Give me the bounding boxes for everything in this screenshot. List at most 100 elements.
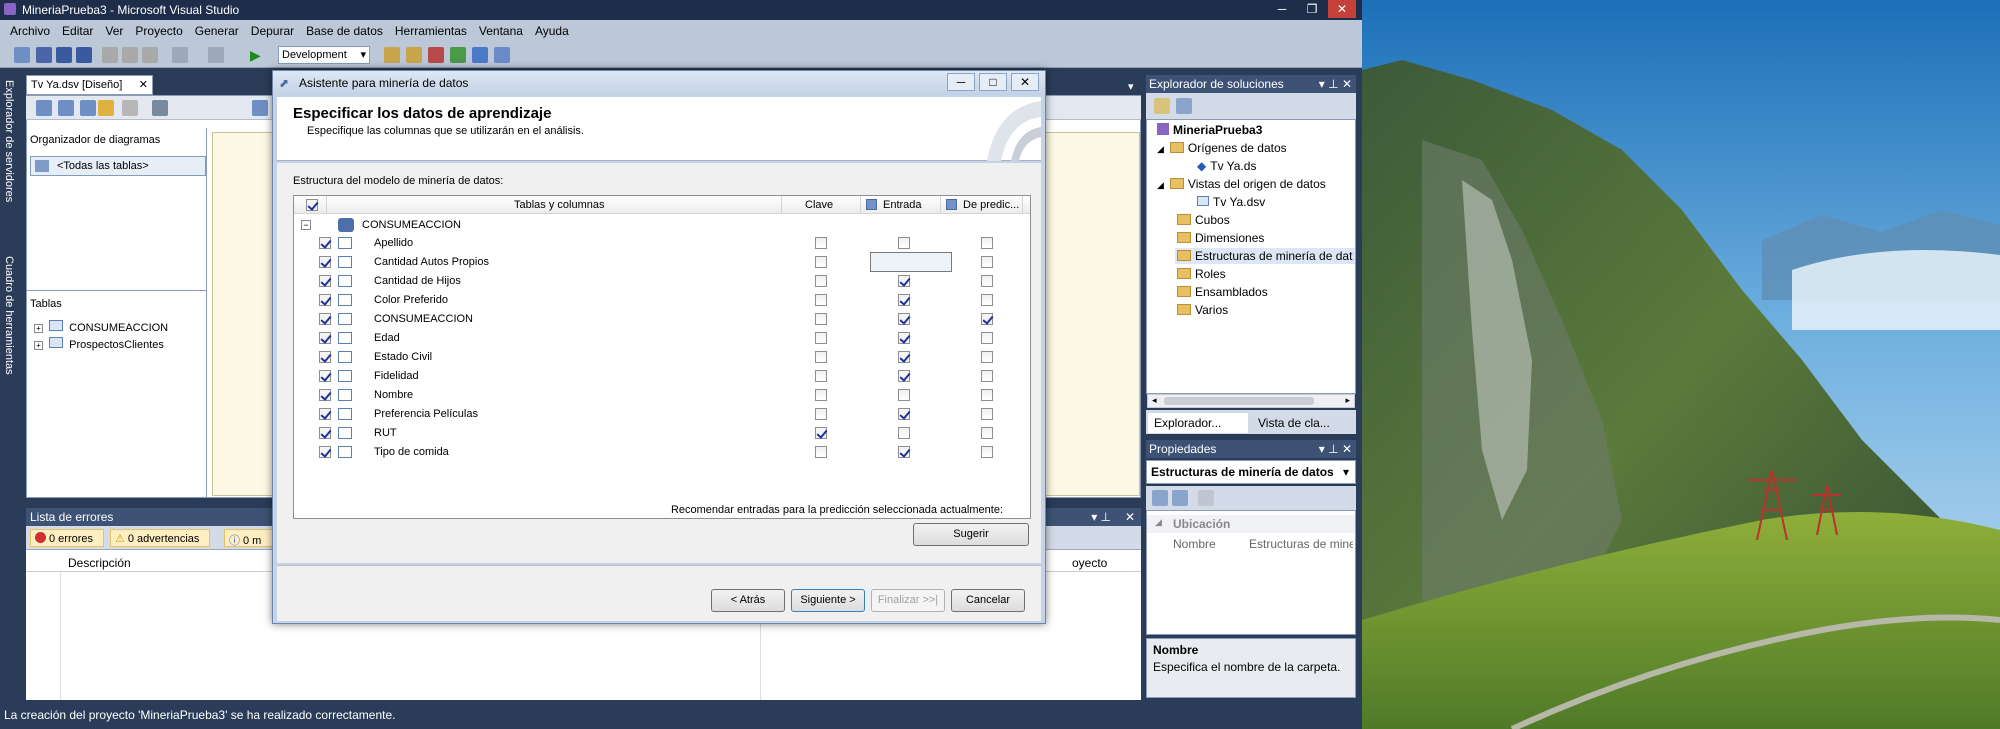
horizontal-scrollbar[interactable]: ◂ ▸	[1147, 394, 1355, 408]
save-icon[interactable]	[56, 47, 72, 63]
property-row[interactable]: Nombre Estructuras de mine	[1147, 535, 1355, 553]
finish-button[interactable]: Finalizar >>|	[871, 589, 945, 612]
scroll-thumb[interactable]	[1164, 397, 1314, 405]
input-checkbox[interactable]	[898, 275, 910, 287]
key-checkbox[interactable]	[815, 389, 827, 401]
scroll-right-icon[interactable]: ▸	[1345, 395, 1350, 406]
include-checkbox[interactable]	[319, 275, 331, 287]
zoom-icon[interactable]	[252, 100, 268, 116]
replace-table-icon[interactable]	[80, 100, 96, 116]
key-checkbox[interactable]	[815, 294, 827, 306]
tree-node-misc[interactable]: Varios	[1177, 303, 1228, 317]
toolbox-icon[interactable]	[472, 47, 488, 63]
mining-column-row[interactable]: Edad	[294, 329, 1030, 348]
redo-icon[interactable]	[208, 47, 224, 63]
input-checkbox[interactable]	[898, 446, 910, 458]
close-icon[interactable]: ▾ ⊥ ✕	[1319, 77, 1352, 91]
include-checkbox[interactable]	[319, 427, 331, 439]
open-file-icon[interactable]	[36, 47, 52, 63]
include-checkbox[interactable]	[319, 237, 331, 249]
key-checkbox[interactable]	[815, 446, 827, 458]
key-checkbox[interactable]	[815, 237, 827, 249]
document-dropdown-icon[interactable]: ▾	[1128, 80, 1134, 93]
tree-node-dsv-file[interactable]: Tv Ya.dsv	[1197, 195, 1265, 209]
expand-icon[interactable]: +	[34, 324, 43, 333]
include-checkbox[interactable]	[319, 408, 331, 420]
tree-node-cubes[interactable]: Cubos	[1177, 213, 1230, 227]
toolbox-tab[interactable]: Cuadro de herramientas	[3, 256, 15, 375]
tab-class-view[interactable]: Vista de cla...	[1252, 413, 1352, 433]
properties-icon[interactable]	[428, 47, 444, 63]
input-checkbox[interactable]	[898, 370, 910, 382]
predict-checkbox[interactable]	[981, 294, 993, 306]
mining-column-row[interactable]: Apellido	[294, 234, 1030, 253]
tree-node-dimensions[interactable]: Dimensiones	[1177, 231, 1264, 245]
key-checkbox[interactable]	[815, 313, 827, 325]
table-group-row[interactable]: − CONSUMEACCION	[294, 216, 1030, 234]
scroll-left-icon[interactable]: ◂	[1152, 395, 1157, 406]
include-checkbox[interactable]	[319, 256, 331, 268]
predict-checkbox[interactable]	[981, 237, 993, 249]
collapse-icon[interactable]: ◢	[1157, 180, 1164, 190]
solution-configuration-select[interactable]: Development ▾	[278, 46, 370, 64]
include-checkbox[interactable]	[319, 332, 331, 344]
dialog-close-button[interactable]: ✕	[1011, 73, 1039, 91]
expand-icon[interactable]: +	[34, 341, 43, 350]
predict-checkbox[interactable]	[981, 370, 993, 382]
col-input[interactable]: Entrada	[883, 199, 922, 211]
categorized-icon[interactable]	[1152, 490, 1168, 506]
new-named-query-icon[interactable]	[98, 100, 114, 116]
input-checkbox[interactable]	[898, 389, 910, 401]
tree-node-data-source-file[interactable]: ◆ Tv Ya.ds	[1197, 159, 1256, 173]
restore-button[interactable]: ❐	[1298, 0, 1326, 18]
diagram-item-all-tables[interactable]: <Todas las tablas>	[30, 156, 206, 176]
dialog-minimize-button[interactable]: ─	[947, 73, 975, 91]
include-checkbox[interactable]	[319, 389, 331, 401]
find-in-files-icon[interactable]	[384, 47, 400, 63]
copy-icon[interactable]	[122, 47, 138, 63]
input-checkbox[interactable]	[898, 427, 910, 439]
mining-column-row[interactable]: Color Preferido	[294, 291, 1030, 310]
menu-base-de-datos[interactable]: Base de datos	[300, 24, 389, 38]
properties-object-select[interactable]: Estructuras de minería de datos ▾	[1146, 460, 1356, 484]
warnings-filter-button[interactable]: ⚠ 0 advertencias	[110, 529, 210, 547]
mining-column-row[interactable]: CONSUMEACCION	[294, 310, 1030, 329]
predict-checkbox[interactable]	[981, 275, 993, 287]
menu-ayuda[interactable]: Ayuda	[529, 24, 575, 38]
new-relationship-icon[interactable]	[58, 100, 74, 116]
predict-checkbox[interactable]	[981, 332, 993, 344]
menu-herramientas[interactable]: Herramientas	[389, 24, 473, 38]
menu-proyecto[interactable]: Proyecto	[129, 24, 188, 38]
predict-checkbox[interactable]	[981, 408, 993, 420]
object-browser-icon[interactable]	[450, 47, 466, 63]
dialog-maximize-button[interactable]: □	[979, 73, 1007, 91]
key-checkbox[interactable]	[815, 370, 827, 382]
menu-depurar[interactable]: Depurar	[245, 24, 300, 38]
property-pages-icon[interactable]	[1198, 490, 1214, 506]
input-checkbox[interactable]	[898, 313, 910, 325]
mining-column-row[interactable]: Estado Civil	[294, 348, 1030, 367]
close-icon[interactable]: ✕	[139, 78, 148, 91]
add-table-icon[interactable]	[36, 100, 52, 116]
input-checkbox[interactable]	[898, 408, 910, 420]
key-checkbox[interactable]	[815, 275, 827, 287]
tree-node-solution[interactable]: MineriaPrueba3	[1157, 123, 1262, 137]
menu-archivo[interactable]: Archivo	[4, 24, 56, 38]
predict-checkbox[interactable]	[981, 427, 993, 439]
undo-icon[interactable]	[172, 47, 188, 63]
menu-editar[interactable]: Editar	[56, 24, 99, 38]
input-checkbox[interactable]	[898, 294, 910, 306]
document-tab[interactable]: Tv Ya.dsv [Diseño] ✕	[26, 75, 153, 95]
menu-ventana[interactable]: Ventana	[473, 24, 529, 38]
close-icon[interactable]: ✕	[1125, 510, 1135, 524]
predict-checkbox[interactable]	[981, 446, 993, 458]
suggest-button[interactable]: Sugerir	[913, 523, 1029, 546]
tree-node-data-source-views[interactable]: ◢ Vistas del origen de datos	[1157, 177, 1326, 191]
server-explorer-tab[interactable]: Explorador de servidores	[3, 80, 15, 202]
predict-checkbox[interactable]	[981, 389, 993, 401]
col-key[interactable]: Clave	[805, 199, 833, 211]
mining-column-row[interactable]: Nombre	[294, 386, 1030, 405]
paste-icon[interactable]	[142, 47, 158, 63]
cut-icon[interactable]	[102, 47, 118, 63]
properties-icon[interactable]	[1176, 98, 1192, 114]
